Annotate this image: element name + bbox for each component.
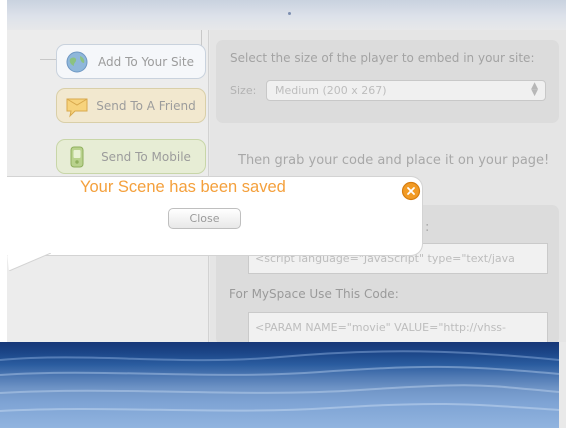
water-wave [0, 350, 559, 412]
message-bubble-icon [66, 98, 88, 118]
top-dot [288, 12, 291, 15]
saved-message: Your Scene has been saved [80, 178, 286, 196]
sidebar-item-send-to-a-friend[interactable]: Send To A Friend [56, 88, 206, 123]
size-select[interactable]: Medium (200 x 267) ▲ ▼ [266, 80, 546, 101]
myspace-code-field[interactable]: <PARAM NAME="movie" VALUE="http://vhss- [248, 312, 548, 343]
globe-icon [66, 51, 88, 73]
close-button[interactable]: Close [168, 208, 241, 229]
close-button-label: Close [189, 212, 220, 225]
sidebar-item-add-to-your-site[interactable]: Add To Your Site [56, 44, 206, 79]
water-background [0, 342, 559, 428]
select-arrows-icon: ▲ ▼ [531, 81, 538, 98]
popup-tail [7, 253, 51, 271]
myspace-code-label: For MySpace Use This Code: [229, 287, 399, 301]
close-icon[interactable] [401, 181, 421, 201]
mobile-phone-icon [70, 146, 84, 168]
embed-title: Select the size of the player to embed i… [230, 51, 535, 65]
size-select-value: Medium (200 x 267) [275, 84, 387, 97]
embed-code-label-tail: : [425, 220, 430, 235]
size-label: Size: [230, 84, 257, 97]
top-bar [7, 0, 566, 30]
grab-code-instruction: Then grab your code and place it on your… [238, 153, 550, 168]
sidebar-item-send-to-mobile[interactable]: Send To Mobile [56, 139, 206, 174]
